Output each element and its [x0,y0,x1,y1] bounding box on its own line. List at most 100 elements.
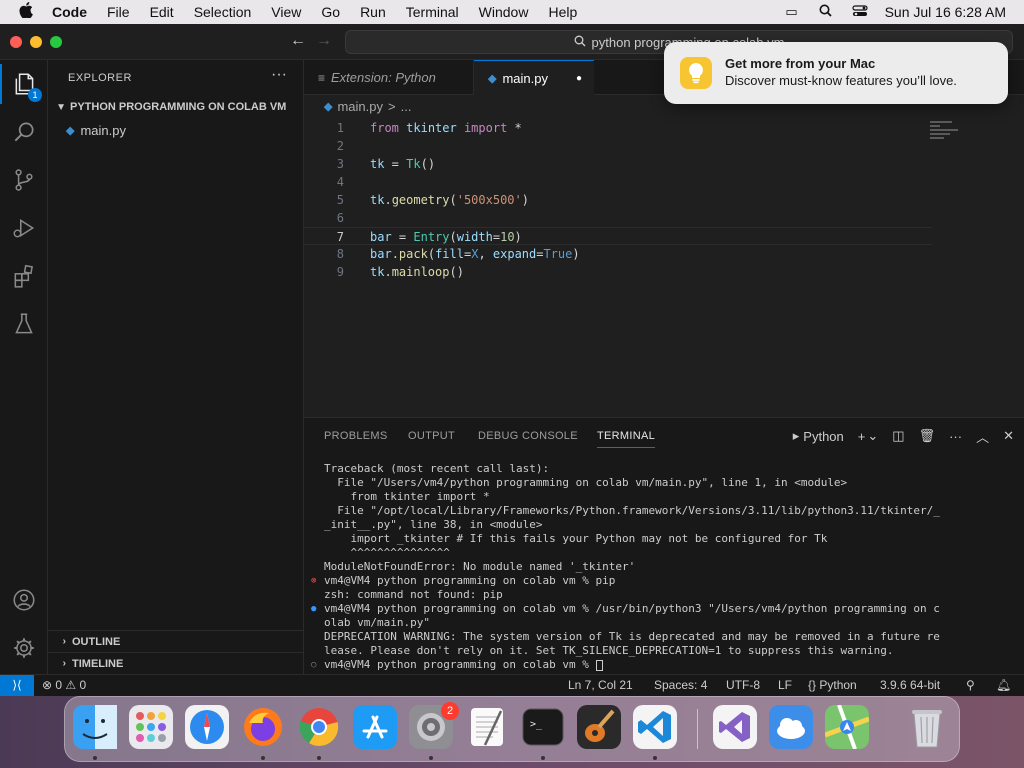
explorer-more-actions-icon[interactable]: ··· [271,66,287,84]
weather-cloud-icon[interactable] [769,705,813,749]
menu-run[interactable]: Run [350,0,396,24]
terminal-line: File "/Users/vm4/python programming on c… [324,476,1014,490]
menu-file[interactable]: File [97,0,140,24]
terminal-line: Traceback (most recent call last): [324,462,1014,476]
finder-icon[interactable] [73,705,117,749]
eol-status[interactable]: LF [778,678,792,692]
menu-bar-clock[interactable]: Sun Jul 16 6:28 AM [877,4,1024,20]
screen-mirroring-icon[interactable]: ▭ [775,4,809,20]
python-interpreter[interactable]: 3.9.6 64-bit [880,678,940,692]
tab-label: main.py [502,70,548,86]
code-line[interactable]: 2 [304,137,932,155]
forward-arrow-icon[interactable]: → [316,32,332,50]
spotlight-search-icon[interactable] [809,4,843,20]
tab-problems[interactable]: PROBLEMS [324,430,388,442]
code-editor[interactable]: 1 from tkinter import * 2 3 tk = Tk() 4 5 tk.ge… [304,117,1024,417]
code-line[interactable]: 8 bar.pack(fill=X, expand=True) [304,245,932,263]
menu-selection[interactable]: Selection [184,0,262,24]
run-debug-icon[interactable] [0,208,48,248]
explorer-sidebar: EXPLORER ··· ▼ PYTHON PROGRAMMING ON COL… [48,60,304,674]
extensions-icon[interactable] [0,256,48,296]
python-file-icon: ◆ [66,124,75,137]
chrome-icon[interactable] [297,705,341,749]
copilot-icon[interactable]: ⚲ [966,678,975,692]
launchpad-icon[interactable] [129,705,173,749]
tab-terminal[interactable]: TERMINAL [597,430,656,448]
manage-gear-icon[interactable] [0,628,48,668]
breadcrumb-file[interactable]: main.py [337,99,383,114]
zoom-window-button[interactable] [50,36,62,48]
menu-terminal[interactable]: Terminal [396,0,469,24]
language-mode[interactable]: {} Python [808,678,857,692]
trash-icon[interactable] [905,705,949,749]
garageband-icon[interactable] [577,705,621,749]
code-line[interactable]: 5 tk.geometry('500x500') [304,191,932,209]
tab-debug-console[interactable]: DEBUG CONSOLE [478,430,578,442]
split-terminal-icon[interactable]: ◫ [892,428,904,444]
source-control-icon[interactable] [0,160,48,200]
timeline-section[interactable]: › TIMELINE [48,652,304,674]
line-number: 5 [336,193,344,207]
line-number: 3 [336,157,344,171]
chevron-down-icon[interactable]: ⌄ [867,428,878,444]
visual-studio-icon[interactable] [713,705,757,749]
terminal-app-icon[interactable]: >_ [521,705,565,749]
remote-indicator-icon[interactable]: ⟩⟨ [0,675,34,697]
explorer-activity-icon[interactable]: 1 [0,64,48,104]
encoding-status[interactable]: UTF-8 [726,678,760,692]
close-panel-icon[interactable]: ✕ [1003,428,1014,444]
minimize-window-button[interactable] [30,36,42,48]
code-line[interactable]: 4 [304,173,932,191]
command-decoration-icon[interactable]: ⊗ [311,574,316,588]
kill-terminal-trash-icon[interactable]: 🗑 [919,428,936,444]
command-decoration-icon[interactable]: ○ [311,658,316,672]
back-arrow-icon[interactable]: ← [290,32,306,50]
command-decoration-icon[interactable]: ● [311,602,316,616]
testing-flask-icon[interactable] [0,304,48,344]
menu-code[interactable]: Code [52,0,97,24]
menu-help[interactable]: Help [538,0,587,24]
minimap[interactable] [930,121,964,141]
indentation-status[interactable]: Spaces: 4 [654,678,707,692]
cursor-position[interactable]: Ln 7, Col 21 [568,678,633,692]
terminal-line: DEPRECATION WARNING: The system version … [324,630,1014,644]
problems-status[interactable]: ⊗ 0 ⚠ 0 [42,678,86,692]
more-actions-icon[interactable]: ··· [949,429,962,444]
code-line[interactable]: 9 tk.mainloop() [304,263,932,281]
breadcrumb-symbols[interactable]: ... [401,99,412,114]
tab-output[interactable]: OUTPUT [408,430,455,442]
file-item-main-py[interactable]: ◆ main.py [48,119,304,141]
workspace-folder[interactable]: ▼ PYTHON PROGRAMMING ON COLAB VM [48,96,304,118]
code-line[interactable]: 1 from tkinter import * [304,119,932,137]
menu-window[interactable]: Window [469,0,539,24]
menu-edit[interactable]: Edit [140,0,184,24]
apple-menu-icon[interactable] [0,2,52,22]
menu-view[interactable]: View [261,0,311,24]
terminal-shell-label[interactable]: Python [803,429,843,444]
maps-icon[interactable] [824,704,870,750]
textedit-icon[interactable] [465,705,509,749]
firefox-icon[interactable] [241,705,285,749]
safari-icon[interactable] [185,705,229,749]
app-store-icon[interactable] [353,705,397,749]
outline-section[interactable]: › OUTLINE [48,630,304,652]
notifications-bell-icon[interactable]: 🔔︎ [996,678,1011,692]
close-window-button[interactable] [10,36,22,48]
tab-extension-python[interactable]: ≡ Extension: Python [304,60,474,95]
terminal-line: ○ vm4@VM4 python programming on colab vm … [311,658,1014,672]
code-line[interactable]: 3 tk = Tk() [304,155,932,173]
macos-notification[interactable]: Get more from your Mac Discover must-kno… [664,42,1008,104]
control-center-icon[interactable] [843,4,877,20]
vscode-dock-icon[interactable] [633,705,677,749]
accounts-icon[interactable] [0,580,48,620]
maximize-panel-chevron-up-icon[interactable]: ︿ [976,427,989,446]
unsaved-dot-icon[interactable]: ● [576,73,582,84]
terminal-text: vm4@VM4 python programming on colab vm %… [324,602,940,615]
search-activity-icon[interactable] [0,112,48,152]
menu-go[interactable]: Go [311,0,350,24]
terminal-output[interactable]: Traceback (most recent call last): File … [311,462,1014,672]
code-line[interactable]: 7 bar = Entry(width=10) [304,227,932,245]
tab-main-py[interactable]: ◆ main.py ● [474,60,594,95]
new-terminal-plus-icon[interactable]: + [858,429,866,444]
code-line[interactable]: 6 [304,209,932,227]
